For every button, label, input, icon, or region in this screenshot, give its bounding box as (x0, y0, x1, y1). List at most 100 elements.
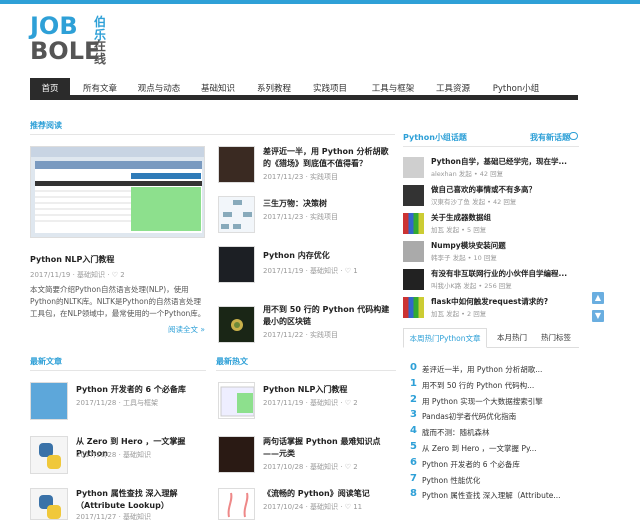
top-accent-line (0, 0, 640, 4)
rank-number: 6 (410, 456, 417, 468)
latest-title-1[interactable]: Python 开发者的 6 个必备库 (76, 384, 208, 396)
topic-title[interactable]: flask中如何触发request请求的? (431, 296, 548, 307)
ranking-item[interactable]: 5 从 Zero 到 Hero ，一文掌握 Py... (410, 441, 580, 455)
article-thumbnail[interactable] (218, 306, 255, 343)
topic-item[interactable]: flask中如何触发request请求的? 加瓦 发起 • 2 回复 (403, 296, 579, 320)
rank-title[interactable]: 胧而不测：随机森林 (422, 427, 490, 438)
hot-tabs: 本周热门Python文章 本月热门 热门标签 (403, 328, 579, 348)
article-thumbnail[interactable] (218, 246, 255, 283)
tab-weekly-hot[interactable]: 本周热门Python文章 (403, 328, 487, 348)
hot-meta-1: 2017/11/19 · 基础知识 · ♡ 2 (263, 399, 358, 407)
rank-number: 3 (410, 409, 417, 421)
article-thumbnail[interactable] (218, 146, 255, 183)
nav-resources[interactable]: 工具资源 (428, 78, 478, 100)
rank-number: 1 (410, 377, 417, 389)
topic-item[interactable]: Numpy模块安装问题 韩李子 发起 • 10 回复 (403, 240, 579, 264)
ranking-item[interactable]: 0 差评近一半，用 Python 分析胡歌... (410, 362, 580, 376)
rec-title-4[interactable]: 用不到 50 行的 Python 代码构建最小的区块链 (263, 304, 393, 328)
latest-meta-2: 2017/11/28 · 基础知识 (76, 451, 152, 459)
featured-meta: 2017/11/19 · 基础知识 · ♡ 2 (30, 271, 125, 279)
site-logo[interactable]: JOB BOLE 伯乐 在线 (30, 14, 120, 66)
blockchain-image-icon (231, 319, 243, 331)
rank-title[interactable]: 用不到 50 行的 Python 代码构... (422, 380, 534, 391)
arrow-up-icon[interactable]: ▲ (592, 292, 604, 304)
hot-title-3[interactable]: 《流畅的 Python》阅读笔记 (263, 488, 395, 500)
avatar (403, 157, 424, 178)
nav-basics[interactable]: 基础知识 (194, 78, 242, 100)
rank-title[interactable]: 用 Python 实现一个大数据搜索引擎 (422, 396, 543, 407)
tab-hot-tags[interactable]: 热门标签 (535, 328, 577, 348)
topic-meta: alexhan 发起 • 42 回复 (431, 170, 504, 178)
read-more-link[interactable]: 阅读全文 » (168, 324, 205, 335)
rec-title-1[interactable]: 差评近一半，用 Python 分析胡歌的《猎场》到底值不值得看？ (263, 146, 393, 170)
topic-meta: 加瓦 发起 • 2 回复 (431, 310, 487, 318)
article-thumbnail[interactable] (218, 382, 255, 419)
flamingo-image-icon (227, 492, 249, 518)
hot-heading: 最新热文 (216, 357, 248, 366)
rec-meta-3: 2017/11/19 · 基础知识 · ♡ 1 (263, 267, 358, 275)
nav-python-group[interactable]: Python小组 (486, 78, 546, 100)
topic-title[interactable]: 有没有非互联网行业的小伙伴自学编程... (431, 268, 567, 279)
nav-tools[interactable]: 工具与框架 (365, 78, 421, 100)
new-topic-link[interactable]: 我有新话题 (530, 132, 570, 143)
ranking-item[interactable]: 4 胧而不测：随机森林 (410, 425, 580, 439)
ranking-item[interactable]: 1 用不到 50 行的 Python 代码构... (410, 378, 580, 392)
arrow-down-icon[interactable]: ▼ (592, 310, 604, 322)
avatar (403, 241, 424, 262)
rank-title[interactable]: Python 性能优化 (422, 475, 480, 486)
logo-text-bottom: BOLE (30, 37, 101, 65)
rec-title-3[interactable]: Python 内存优化 (263, 250, 393, 262)
rank-title[interactable]: Python 开发者的 6 个必备库 (422, 459, 520, 470)
article-thumbnail[interactable] (30, 488, 68, 520)
nav-all-articles[interactable]: 所有文章 (75, 78, 125, 100)
ranking-item[interactable]: 6 Python 开发者的 6 个必备库 (410, 457, 580, 471)
topic-title[interactable]: 做自己喜欢的事情或不有多高？ (431, 184, 536, 195)
recommended-heading: 推荐阅读 (30, 121, 62, 130)
ranking-item[interactable]: 8 Python 属性查找 深入理解（Attribute... (410, 488, 580, 502)
nav-opinion[interactable]: 观点与动态 (130, 78, 188, 100)
topic-meta: 加瓦 发起 • 5 回复 (431, 226, 487, 234)
topic-title[interactable]: Numpy模块安装问题 (431, 240, 506, 251)
hot-title-1[interactable]: Python NLP入门教程 (263, 384, 395, 396)
article-thumbnail[interactable] (218, 436, 255, 473)
ranking-item[interactable]: 3 Pandas初学者代码优化指南 (410, 409, 580, 423)
ranking-item[interactable]: 7 Python 性能优化 (410, 473, 580, 487)
rank-title[interactable]: Pandas初学者代码优化指南 (422, 411, 516, 422)
rank-number: 7 (410, 472, 417, 484)
hot-title-2[interactable]: 两句话掌握 Python 最难知识点——元类 (263, 436, 395, 460)
article-thumbnail[interactable] (30, 382, 68, 420)
rank-number: 2 (410, 393, 417, 405)
rec-title-2[interactable]: 三生万物：决策树 (263, 198, 393, 210)
latest-meta-1: 2017/11/28 · 工具与框架 (76, 399, 159, 407)
latest-meta-3: 2017/11/27 · 基础知识 (76, 513, 152, 520)
rec-meta-4: 2017/11/22 · 实践项目 (263, 331, 339, 339)
topic-item[interactable]: Python自学，基础已经学完，现在学... alexhan 发起 • 42 回… (403, 156, 579, 180)
rank-title[interactable]: 差评近一半，用 Python 分析胡歌... (422, 364, 542, 375)
main-nav: 首页 所有文章 观点与动态 基础知识 系列教程 实践项目 工具与框架 工具资源 … (30, 78, 578, 100)
rank-title[interactable]: Python 属性查找 深入理解（Attribute... (422, 490, 561, 501)
logo-cn-bottom: 在线 (94, 39, 107, 66)
featured-title[interactable]: Python NLP入门教程 (30, 254, 205, 266)
topic-item[interactable]: 有没有非互联网行业的小伙伴自学编程... 叫我小K路 发起 • 256 回复 (403, 268, 579, 292)
rank-title[interactable]: 从 Zero 到 Hero ，一文掌握 Py... (422, 443, 537, 454)
divider (30, 134, 395, 135)
rank-number: 4 (410, 425, 417, 437)
topic-item[interactable]: 做自己喜欢的事情或不有多高？ 汉東有沙了鱼 发起 • 42 回复 (403, 184, 579, 208)
logo-text-top: JOB (30, 12, 78, 40)
latest-heading: 最新文章 (30, 357, 62, 366)
article-thumbnail[interactable] (218, 488, 255, 520)
topic-title[interactable]: 关于生成器数据组 (431, 212, 491, 223)
latest-title-3[interactable]: Python 属性查找 深入理解（Attribute Lookup） (76, 488, 208, 512)
nav-home[interactable]: 首页 (30, 78, 70, 100)
nav-series[interactable]: 系列教程 (250, 78, 298, 100)
ranking-item[interactable]: 2 用 Python 实现一个大数据搜索引擎 (410, 394, 580, 408)
article-thumbnail[interactable] (30, 436, 68, 474)
topic-title[interactable]: Python自学，基础已经学完，现在学... (431, 156, 567, 167)
featured-thumbnail[interactable] (30, 146, 205, 238)
article-thumbnail[interactable] (218, 196, 255, 233)
tab-monthly-hot[interactable]: 本月热门 (491, 328, 533, 348)
topic-item[interactable]: 关于生成器数据组 加瓦 发起 • 5 回复 (403, 212, 579, 236)
screenshot-image-icon (31, 147, 204, 233)
nav-projects[interactable]: 实践项目 (306, 78, 354, 100)
topic-meta: 叫我小K路 发起 • 256 回复 (431, 282, 512, 290)
